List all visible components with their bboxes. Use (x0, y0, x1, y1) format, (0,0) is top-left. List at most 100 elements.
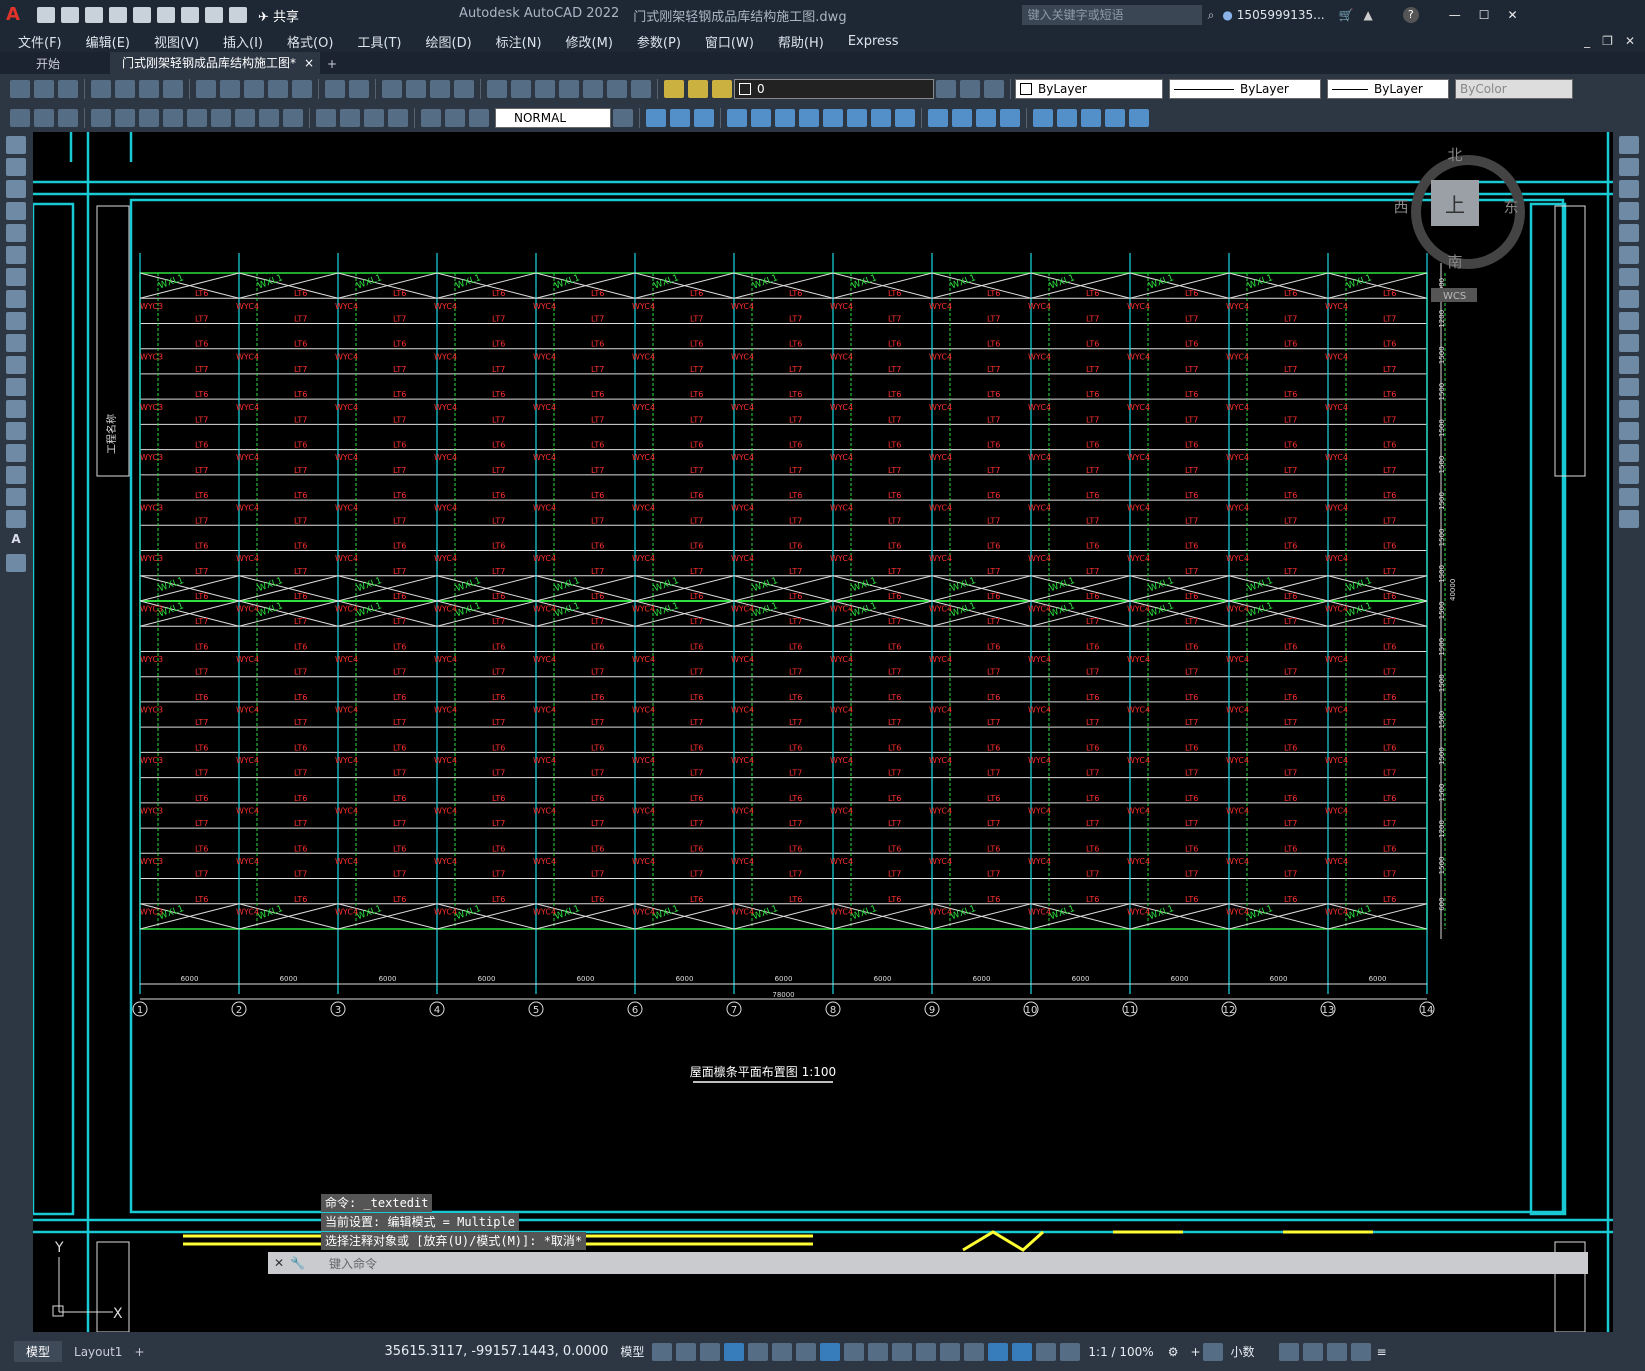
undo-icon[interactable] (325, 80, 345, 98)
minimize-icon[interactable]: — (1449, 8, 1461, 22)
dim-style-icon[interactable] (613, 109, 633, 127)
menu-tools[interactable]: 工具(T) (345, 32, 413, 51)
break-at-point-icon[interactable] (1619, 378, 1639, 396)
insert-block-icon[interactable] (6, 378, 26, 396)
menu-dimension[interactable]: 标注(N) (484, 32, 554, 51)
layout-tools-icon[interactable] (1278, 1342, 1299, 1361)
quick-dim-icon[interactable] (211, 109, 231, 127)
move-icon[interactable] (1619, 246, 1639, 264)
offset-obj-icon[interactable] (847, 109, 867, 127)
layer-freeze-icon[interactable] (688, 80, 708, 98)
infer-constraints-icon[interactable] (700, 1342, 721, 1361)
menu-express[interactable]: Express (836, 34, 911, 49)
baseline-dim-icon[interactable] (235, 109, 255, 127)
redo-icon[interactable] (349, 80, 369, 98)
join-obj-icon[interactable] (1000, 109, 1020, 127)
break-icon[interactable] (1619, 400, 1639, 418)
explode-obj-icon[interactable] (976, 109, 996, 127)
redo-icon[interactable] (229, 7, 247, 23)
rectangle-icon[interactable] (6, 224, 26, 242)
zoom-window-icon[interactable] (430, 80, 450, 98)
array-icon[interactable] (1619, 224, 1639, 242)
save-web-icon[interactable] (157, 7, 175, 23)
rotate-obj-icon[interactable] (775, 109, 795, 127)
search-icon[interactable]: ⌕ (1208, 8, 1215, 23)
menu-file[interactable]: 文件(F) (6, 32, 74, 51)
revision-cloud-icon[interactable] (6, 290, 26, 308)
dynamic-ucs-icon[interactable] (940, 1342, 961, 1361)
radius-dim-icon[interactable] (115, 109, 135, 127)
diameter-dim-icon[interactable] (163, 109, 183, 127)
tab-layout1[interactable]: Layout1 (62, 1343, 134, 1361)
search-box[interactable]: 键入关键字或短语 (1021, 5, 1202, 25)
command-prompt[interactable]: 键入命令 (329, 1255, 377, 1272)
insert-block-icon[interactable] (1033, 109, 1053, 127)
layer-previous-icon[interactable] (984, 80, 1004, 98)
join-icon[interactable] (1619, 422, 1639, 440)
point-icon[interactable] (1081, 109, 1101, 127)
make-block-icon[interactable] (1057, 109, 1077, 127)
pan-icon[interactable] (382, 80, 402, 98)
settings-gear-icon[interactable]: ⚙ (1168, 1345, 1179, 1359)
menu-help[interactable]: 帮助(H) (766, 32, 836, 51)
offset-icon[interactable] (1619, 202, 1639, 220)
annotation-scale-icon[interactable] (1060, 1342, 1081, 1361)
lineweight-dropdown[interactable]: ByLayer (1327, 79, 1449, 99)
isodraft-icon[interactable] (772, 1342, 793, 1361)
annotation-visibility-icon[interactable] (1012, 1342, 1033, 1361)
hatch-icon[interactable] (6, 444, 26, 462)
center-mark-icon[interactable] (340, 109, 360, 127)
menu-parametric[interactable]: 参数(P) (625, 32, 693, 51)
doc-minimize-icon[interactable]: _ (1584, 34, 1590, 48)
array-obj-icon[interactable] (871, 109, 891, 127)
trim-icon[interactable] (1619, 334, 1639, 352)
publish-icon[interactable] (139, 80, 159, 98)
menu-format[interactable]: 格式(O) (275, 32, 345, 51)
circle-icon[interactable] (6, 268, 26, 286)
cart-icon[interactable]: 🛒 (1339, 8, 1354, 22)
chamfer-obj-icon[interactable] (952, 109, 972, 127)
menu-modify[interactable]: 修改(M) (554, 32, 625, 51)
save-as-icon[interactable] (109, 7, 127, 23)
layer-lock-icon[interactable] (712, 80, 732, 98)
user-icon[interactable]: ● (1222, 8, 1232, 22)
maximize-icon[interactable]: ☐ (1479, 8, 1490, 22)
snap-icon[interactable] (676, 1342, 697, 1361)
open-web-icon[interactable] (133, 7, 151, 23)
3d-print-icon[interactable] (163, 80, 183, 98)
app-logo-icon[interactable]: A (6, 4, 28, 26)
polyline-icon[interactable] (6, 180, 26, 198)
help-icon[interactable]: ? (1402, 7, 1419, 23)
open-icon[interactable] (61, 7, 79, 23)
tool-palette-icon[interactable] (535, 80, 555, 98)
fillet-icon[interactable] (1619, 466, 1639, 484)
rotate-icon[interactable] (1619, 268, 1639, 286)
align-left-icon[interactable] (646, 109, 666, 127)
isolate-objects-icon[interactable] (1302, 1342, 1323, 1361)
erase-icon[interactable] (1619, 136, 1639, 154)
customize-cmd-icon[interactable]: 🔧 (290, 1256, 305, 1270)
tab-drawing[interactable]: 门式刚架轻钢成品库结构施工图* × (110, 52, 320, 74)
menu-view[interactable]: 视图(V) (142, 32, 211, 51)
lineweight-icon[interactable] (844, 1342, 865, 1361)
brush-icon[interactable] (292, 80, 312, 98)
open-icon[interactable] (34, 80, 54, 98)
tab-model[interactable]: 模型 (14, 1341, 63, 1362)
ellipse-icon[interactable] (6, 334, 26, 352)
dim-edit-icon[interactable] (421, 109, 441, 127)
markup-icon[interactable] (583, 80, 603, 98)
menu-draw[interactable]: 绘图(D) (414, 32, 484, 51)
paste-icon[interactable] (244, 80, 264, 98)
spline-icon[interactable] (6, 312, 26, 330)
scale-icon[interactable] (1619, 290, 1639, 308)
copy-obj-icon[interactable] (727, 109, 747, 127)
jogged-linear-icon[interactable] (388, 109, 408, 127)
fillet-obj-icon[interactable] (928, 109, 948, 127)
polar-icon[interactable] (748, 1342, 769, 1361)
table-icon[interactable] (6, 510, 26, 528)
linear-dim-icon[interactable] (10, 109, 30, 127)
new-icon[interactable] (37, 7, 55, 23)
polygon-icon[interactable] (6, 202, 26, 220)
dim-space-icon[interactable] (283, 109, 303, 127)
zoom-realtime-icon[interactable] (406, 80, 426, 98)
